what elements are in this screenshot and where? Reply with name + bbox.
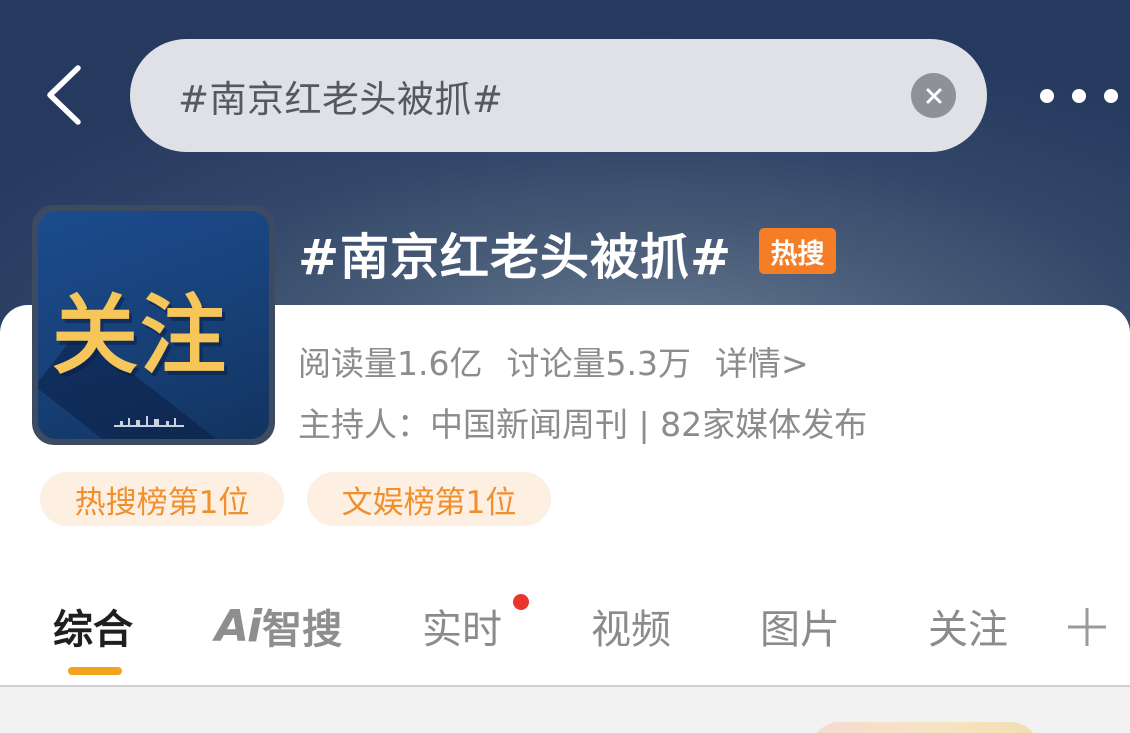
more-dots-icon [1104,89,1118,103]
cover-artwork: 关注 [38,211,269,439]
new-content-dot [513,594,529,610]
more-options-button[interactable] [1040,76,1118,116]
topic-cover-image[interactable]: 关注 [32,205,275,445]
add-tab-button[interactable] [1066,606,1108,648]
tab-realtime[interactable]: 实时 [422,598,502,654]
hot-search-badge: 热搜 [759,228,836,274]
search-input[interactable]: #南京红老头被抓# [130,39,987,152]
rank-chip-hot-search[interactable]: 热搜榜第1位 [40,472,284,526]
tab-images[interactable]: 图片 [760,598,840,654]
active-tab-indicator [68,667,122,675]
rank-chip-entertainment[interactable]: 文娱榜第1位 [307,472,551,526]
host-info: 主持人：中国新闻周刊 | 82家媒体发布 [298,405,868,444]
discussion-count: 讨论量5.3万 [506,344,691,383]
tab-ai-search-label: 智搜 [262,607,343,653]
chevron-left-icon [47,65,81,125]
close-icon [926,88,941,103]
clear-search-button[interactable] [911,73,956,118]
more-dots-icon [1072,89,1086,103]
feed-item-peek [810,722,1040,733]
plus-icon [1068,608,1106,646]
more-dots-icon [1040,89,1054,103]
cover-title-text: 关注 [52,286,228,386]
tab-video[interactable]: 视频 [591,598,671,654]
ai-logo-icon: Ai [215,600,262,652]
back-button[interactable] [36,62,92,128]
tab-comprehensive[interactable]: 综合 [53,598,133,654]
topic-page: #南京红老头被抓# #南京红老头被抓# 热搜 关注 阅读量1.6亿 讨论量5.3… [0,0,1130,733]
topic-stats: 阅读量1.6亿 讨论量5.3万 详情> [298,337,809,385]
tab-follow[interactable]: 关注 [928,598,1008,654]
details-link[interactable]: 详情> [715,344,809,383]
topic-title: #南京红老头被抓# [298,229,733,286]
search-query-text: #南京红老头被抓# [178,77,504,121]
read-count: 阅读量1.6亿 [298,344,483,383]
skyline-logo-icon [114,416,184,427]
tab-ai-search[interactable]: Ai 智搜 [215,598,342,654]
